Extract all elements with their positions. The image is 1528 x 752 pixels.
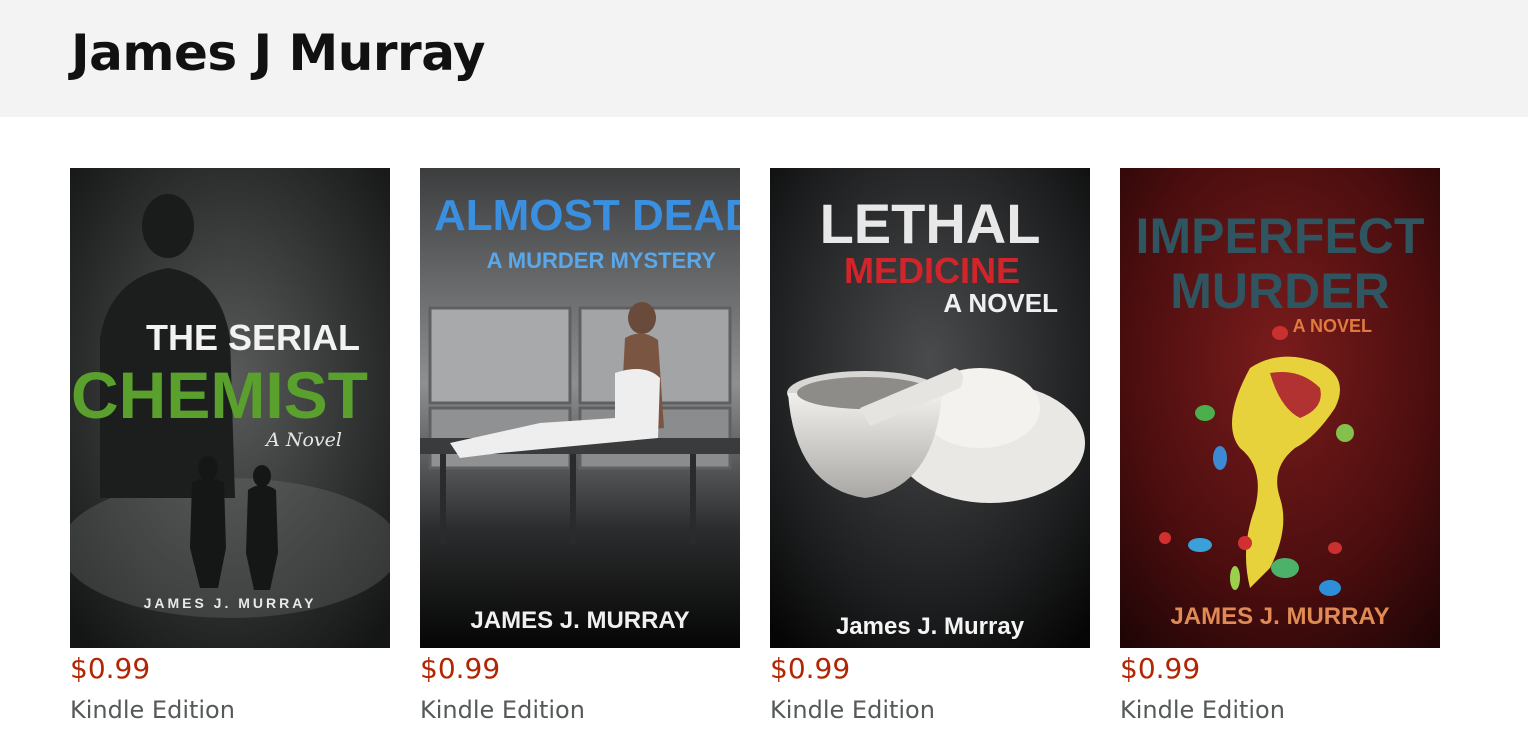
cover-title-line1: IMPERFECT <box>1136 208 1425 264</box>
book-cover-image[interactable]: LETHAL MEDICINE A NOVEL James J. Murray <box>770 168 1090 648</box>
book-format[interactable]: Kindle Edition <box>770 694 935 726</box>
book-cover-image[interactable]: IMPERFECT MURDER A NOVEL JAMES J. MURRAY <box>1120 168 1440 648</box>
cover-title-line1: THE SERIAL <box>146 317 360 358</box>
book-price: $0.99 <box>420 652 501 685</box>
cover-author: JAMES J. MURRAY <box>470 607 689 634</box>
page-header: James J Murray <box>0 0 1528 117</box>
author-name: James J Murray <box>71 24 486 82</box>
cover-title-line2: CHEMIST <box>71 358 368 432</box>
book-price: $0.99 <box>1120 652 1201 685</box>
cover-subtitle: A Novel <box>264 429 342 451</box>
book-format[interactable]: Kindle Edition <box>420 694 585 726</box>
book-cover-image[interactable]: THE SERIAL CHEMIST A Novel JAMES J. MURR… <box>70 168 390 648</box>
book-price: $0.99 <box>770 652 851 685</box>
cover-art: ALMOST DEAD A MURDER MYSTERY JAMES J. MU… <box>420 168 740 648</box>
cover-subtitle: A NOVEL <box>943 288 1058 318</box>
cover-author: JAMES J. MURRAY <box>144 595 317 611</box>
cover-art: LETHAL MEDICINE A NOVEL James J. Murray <box>770 168 1090 648</box>
cover-art: THE SERIAL CHEMIST A Novel JAMES J. MURR… <box>70 168 390 648</box>
cover-art: IMPERFECT MURDER A NOVEL JAMES J. MURRAY <box>1120 168 1440 648</box>
book-card-the-serial-chemist[interactable]: THE SERIAL CHEMIST A Novel JAMES J. MURR… <box>70 168 390 724</box>
cover-title-line2: MURDER <box>1170 263 1389 319</box>
cover-author: James J. Murray <box>836 613 1025 640</box>
cover-title-line1: ALMOST DEAD <box>434 191 740 240</box>
book-format[interactable]: Kindle Edition <box>70 694 235 726</box>
cover-subtitle: A NOVEL <box>1293 316 1372 336</box>
book-card-imperfect-murder[interactable]: IMPERFECT MURDER A NOVEL JAMES J. MURRAY… <box>1120 168 1440 724</box>
book-cover-image[interactable]: ALMOST DEAD A MURDER MYSTERY JAMES J. MU… <box>420 168 740 648</box>
book-card-lethal-medicine[interactable]: LETHAL MEDICINE A NOVEL James J. Murray … <box>770 168 1090 724</box>
book-format[interactable]: Kindle Edition <box>1120 694 1285 726</box>
book-price: $0.99 <box>70 652 151 685</box>
cover-author: JAMES J. MURRAY <box>1170 603 1389 630</box>
book-card-almost-dead[interactable]: ALMOST DEAD A MURDER MYSTERY JAMES J. MU… <box>420 168 740 724</box>
cover-subtitle: A MURDER MYSTERY <box>487 248 717 273</box>
cover-title-line2: MEDICINE <box>844 250 1020 291</box>
cover-title-line1: LETHAL <box>820 192 1041 255</box>
